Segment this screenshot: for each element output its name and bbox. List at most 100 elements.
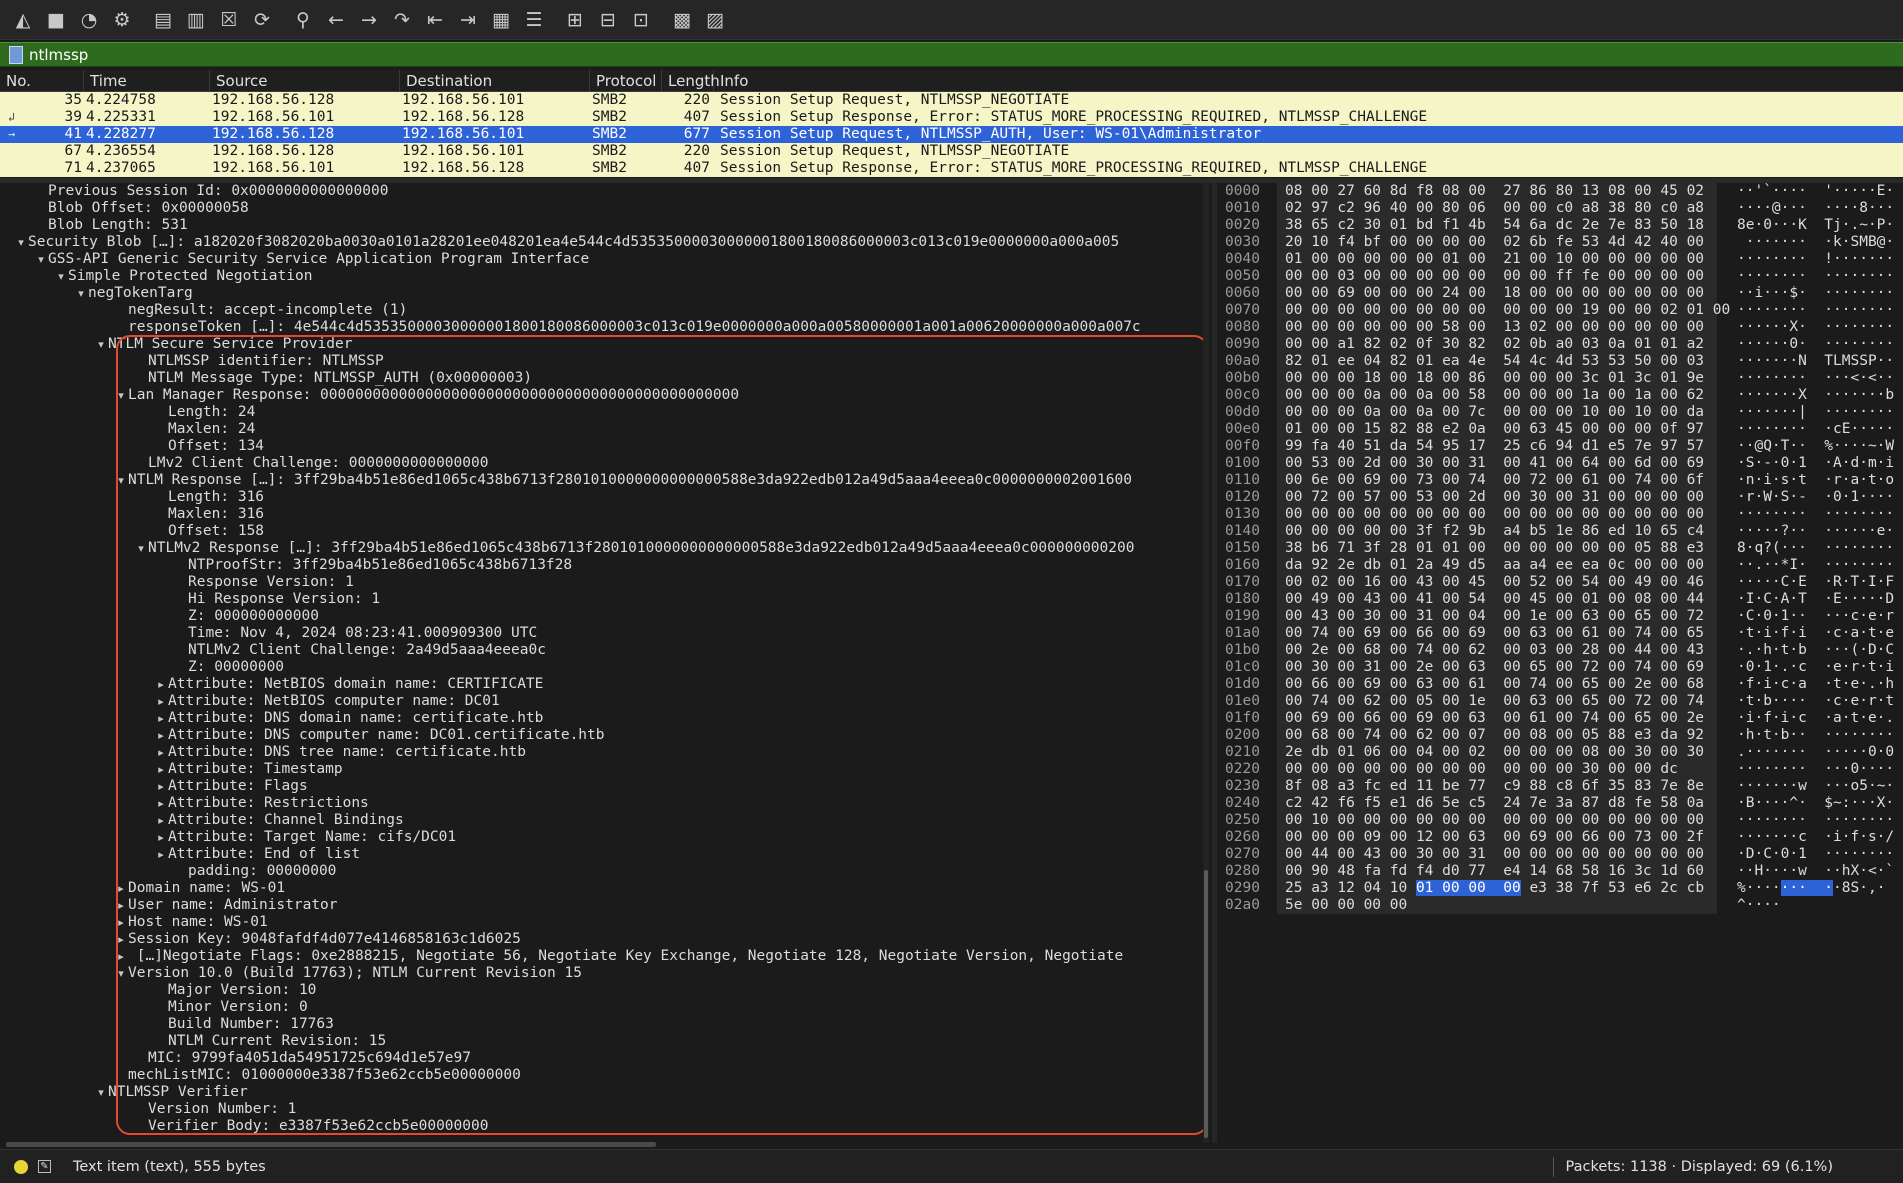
expand-arrow-closed-icon[interactable]: ▸ — [154, 693, 168, 710]
tree-item[interactable]: ▸ Attribute: DNS computer name: DC01.cert… — [0, 727, 1212, 744]
tree-item[interactable]: ▾ negTokenTarg — [0, 285, 1212, 302]
tree-item[interactable]: NTLMSSP identifier: NTLMSSP — [0, 353, 1212, 370]
find-packet-icon[interactable]: ⚲ — [288, 5, 318, 35]
tree-item[interactable]: ▾ NTLMSSP Verifier — [0, 1084, 1212, 1101]
bytes-row[interactable]: 00b0 00 00 00 18 00 18 00 86 00 00 00 3c … — [1217, 370, 1903, 387]
packet-row[interactable]: 67 4.236554 192.168.56.128 192.168.56.101 SM… — [0, 143, 1903, 160]
go-forward-icon[interactable]: → — [354, 5, 384, 35]
restart-capture-icon[interactable]: ◔ — [74, 5, 104, 35]
expand-arrow-closed-icon[interactable]: ▸ — [114, 897, 128, 914]
expand-arrow-open-icon[interactable]: ▾ — [114, 965, 128, 982]
bytes-row[interactable]: 01f0 00 69 00 66 00 69 00 63 00 61 00 74 … — [1217, 710, 1903, 727]
packet-details-pane[interactable]: Previous Session Id: 0x0000000000000000 B… — [0, 183, 1212, 1143]
bytes-row[interactable]: 0110 00 6e 00 69 00 73 00 74 00 72 00 61 … — [1217, 472, 1903, 489]
bytes-row[interactable]: 0130 00 00 00 00 00 00 00 00 00 00 00 00 … — [1217, 506, 1903, 523]
tree-item[interactable]: ▾ Security Blob […]: a182020f3082020ba003… — [0, 234, 1212, 251]
first-packet-icon[interactable]: ⇤ — [420, 5, 450, 35]
tree-item[interactable]: ▸ Domain name: WS-01 — [0, 880, 1212, 897]
zoom-in-icon[interactable]: ⊞ — [560, 5, 590, 35]
expand-arrow-closed-icon[interactable]: ▸ — [114, 880, 128, 897]
bytes-row[interactable]: 0070 00 00 00 00 00 00 00 00 00 00 00 19 … — [1217, 302, 1903, 319]
bytes-row[interactable]: 0090 00 00 a1 82 02 0f 30 82 02 0b a0 03 … — [1217, 336, 1903, 353]
packet-row[interactable]: 35 4.224758 192.168.56.128 192.168.56.101 SM… — [0, 92, 1903, 109]
bytes-row[interactable]: 0030 20 10 f4 bf 00 00 00 00 02 6b fe 53 … — [1217, 234, 1903, 251]
tree-item[interactable]: ▸ […]Negotiate Flags: 0xe2888215, Negoti… — [0, 948, 1212, 965]
tree-item[interactable]: Time: Nov 4, 2024 08:23:41.000909300 UTC — [0, 625, 1212, 642]
tree-item[interactable]: ▸ Attribute: Target Name: cifs/DC01 — [0, 829, 1212, 846]
tree-item[interactable]: MIC: 9799fa4051da54951725c694d1e57e97 — [0, 1050, 1212, 1067]
tree-item[interactable]: Maxlen: 24 — [0, 421, 1212, 438]
capture-options-icon[interactable]: ⚙ — [107, 5, 137, 35]
tree-item[interactable]: Offset: 158 — [0, 523, 1212, 540]
expert-info-indicator-icon[interactable] — [14, 1159, 28, 1174]
tree-item[interactable]: ▾ NTLMv2 Response […]: 3ff29ba4b51e86ed10… — [0, 540, 1212, 557]
column-header-length[interactable]: Length — [662, 70, 720, 91]
expand-arrow-closed-icon[interactable]: ▸ — [154, 812, 168, 829]
tree-item[interactable]: Minor Version: 0 — [0, 999, 1212, 1016]
expand-arrow-open-icon[interactable]: ▾ — [14, 234, 28, 251]
tree-item[interactable]: NTProofStr: 3ff29ba4b51e86ed1065c438b671… — [0, 557, 1212, 574]
bytes-row[interactable]: 0140 00 00 00 00 00 3f f2 9b a4 b5 1e 86 … — [1217, 523, 1903, 540]
bytes-row[interactable]: 0080 00 00 00 00 00 00 58 00 13 02 00 00 … — [1217, 319, 1903, 336]
bytes-row[interactable]: 02a0 5e 00 00 00 00 ^···· — [1217, 897, 1903, 914]
zoom-out-icon[interactable]: ⊟ — [593, 5, 623, 35]
tree-item[interactable]: ▸ Attribute: Channel Bindings — [0, 812, 1212, 829]
bytes-row[interactable]: 0200 00 68 00 74 00 62 00 07 00 08 00 05 … — [1217, 727, 1903, 744]
expand-arrow-open-icon[interactable]: ▾ — [114, 472, 128, 489]
tree-item[interactable]: Z: 00000000 — [0, 659, 1212, 676]
tree-item[interactable]: LMv2 Client Challenge: 0000000000000000 — [0, 455, 1212, 472]
tree-item[interactable]: Hi Response Version: 1 — [0, 591, 1212, 608]
resize-columns-icon[interactable]: ▩ — [667, 5, 697, 35]
bytes-row[interactable]: 0170 00 02 00 16 00 43 00 45 00 52 00 54 … — [1217, 574, 1903, 591]
column-header-info[interactable]: Info — [714, 70, 1903, 91]
column-header-destination[interactable]: Destination — [400, 70, 590, 91]
expand-arrow-closed-icon[interactable]: ▸ — [114, 931, 128, 948]
bytes-row[interactable]: 0210 2e db 01 06 00 04 00 02 00 00 00 08 … — [1217, 744, 1903, 761]
bytes-row[interactable]: 0160 da 92 2e db 01 2a 49 d5 aa a4 ee ea … — [1217, 557, 1903, 574]
packet-row[interactable]: 71 4.237065 192.168.56.101 192.168.56.128 SM… — [0, 160, 1903, 177]
tree-item[interactable]: Response Version: 1 — [0, 574, 1212, 591]
bytes-row[interactable]: 0000 08 00 27 60 8d f8 08 00 27 86 80 13 … — [1217, 183, 1903, 200]
tree-item[interactable]: Verifier Body: e3387f53e62ccb5e00000000 — [0, 1118, 1212, 1135]
colorize-icon[interactable]: ☰ — [519, 5, 549, 35]
tree-item[interactable]: NTLM Message Type: NTLMSSP_AUTH (0x00000… — [0, 370, 1212, 387]
bytes-row[interactable]: 0050 00 00 03 00 00 00 00 00 00 00 ff fe … — [1217, 268, 1903, 285]
tree-item[interactable]: Length: 316 — [0, 489, 1212, 506]
bytes-row[interactable]: 0180 00 49 00 43 00 41 00 54 00 45 00 01 … — [1217, 591, 1903, 608]
expand-arrow-closed-icon[interactable]: ▸ — [114, 948, 128, 965]
column-header-no[interactable]: No. — [0, 70, 84, 91]
tree-item[interactable]: padding: 00000000 — [0, 863, 1212, 880]
bytes-row[interactable]: 01c0 00 30 00 31 00 2e 00 63 00 65 00 72 … — [1217, 659, 1903, 676]
expand-arrow-closed-icon[interactable]: ▸ — [154, 676, 168, 693]
expand-arrow-open-icon[interactable]: ▾ — [94, 1084, 108, 1101]
tree-item[interactable]: ▾ Simple Protected Negotiation — [0, 268, 1212, 285]
bytes-row[interactable]: 0040 01 00 00 00 00 00 01 00 21 00 10 00 … — [1217, 251, 1903, 268]
expand-arrow-open-icon[interactable]: ▾ — [134, 540, 148, 557]
tree-item[interactable]: ▾ NTLM Response […]: 3ff29ba4b51e86ed1065… — [0, 472, 1212, 489]
expand-arrow-closed-icon[interactable]: ▸ — [154, 761, 168, 778]
tree-item[interactable]: Z: 000000000000 — [0, 608, 1212, 625]
expand-arrow-closed-icon[interactable]: ▸ — [114, 914, 128, 931]
bytes-row[interactable]: 00f0 99 fa 40 51 da 54 95 17 25 c6 94 d1 … — [1217, 438, 1903, 455]
bytes-row[interactable]: 0250 00 10 00 00 00 00 00 00 00 00 00 00 … — [1217, 812, 1903, 829]
expand-arrow-open-icon[interactable]: ▾ — [34, 251, 48, 268]
tree-item[interactable]: ▸ Session Key: 9048fafdf4d077e4146858163c… — [0, 931, 1212, 948]
bytes-row[interactable]: 0010 02 97 c2 96 40 00 80 06 00 00 c0 a8 … — [1217, 200, 1903, 217]
tree-item[interactable]: ▸ Attribute: DNS tree name: certificate.h… — [0, 744, 1212, 761]
tree-item[interactable]: NTLMv2 Client Challenge: 2a49d5aaa4eeea0… — [0, 642, 1212, 659]
tree-item[interactable]: ▾ Version 10.0 (Build 17763); NTLM Curren… — [0, 965, 1212, 982]
layout-icon[interactable]: ▨ — [700, 5, 730, 35]
edit-comment-icon[interactable]: ✎ — [38, 1160, 51, 1173]
bytes-row[interactable]: 0270 00 44 00 43 00 30 00 31 00 00 00 00 … — [1217, 846, 1903, 863]
bytes-row[interactable]: 01e0 00 74 00 62 00 05 00 1e 00 63 00 65 … — [1217, 693, 1903, 710]
bytes-row[interactable]: 0290 25 a3 12 04 10 01 00 00 00 e3 38 7f … — [1217, 880, 1903, 897]
bytes-row[interactable]: 0100 00 53 00 2d 00 30 00 31 00 41 00 64 … — [1217, 455, 1903, 472]
details-scrollbar-thumb[interactable] — [1204, 870, 1208, 1138]
bytes-row[interactable]: 0020 38 65 c2 30 01 bd f1 4b 54 6a dc 2e … — [1217, 217, 1903, 234]
tree-item[interactable]: Blob Offset: 0x00000058 — [0, 200, 1212, 217]
bytes-row[interactable]: 0220 00 00 00 00 00 00 00 00 00 00 00 30 … — [1217, 761, 1903, 778]
tree-item[interactable]: ▸ User name: Administrator — [0, 897, 1212, 914]
tree-item[interactable]: Length: 24 — [0, 404, 1212, 421]
stop-capture-icon[interactable]: ■ — [41, 5, 71, 35]
expand-arrow-open-icon[interactable]: ▾ — [94, 336, 108, 353]
